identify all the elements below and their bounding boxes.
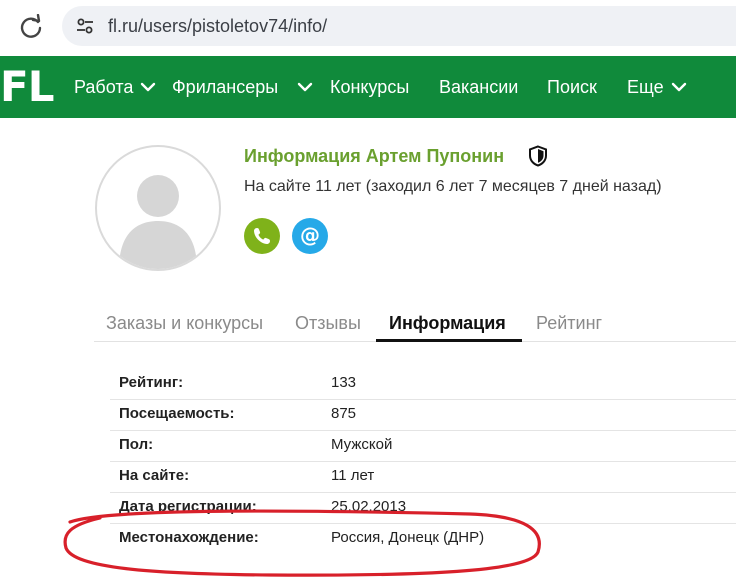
reload-icon[interactable] bbox=[18, 14, 44, 40]
tab-reviews[interactable]: Отзывы bbox=[295, 313, 361, 334]
nav-item-freelancers[interactable]: Фрилансеры bbox=[172, 76, 278, 98]
nav-item-more[interactable]: Еще bbox=[627, 76, 664, 98]
info-value: 875 bbox=[331, 405, 357, 422]
site-settings-icon[interactable] bbox=[76, 17, 94, 35]
nav-item-contests[interactable]: Конкурсы bbox=[330, 76, 409, 98]
online-status-text: На сайте 11 лет (заходил 6 лет 7 месяцев… bbox=[244, 178, 662, 195]
info-value: 25.02.2013 bbox=[331, 498, 407, 515]
info-row-location: Местонахождение: Россия, Донецк (ДНР) bbox=[110, 523, 736, 554]
info-label: Рейтинг: bbox=[119, 374, 184, 391]
chevron-down-icon[interactable] bbox=[140, 81, 156, 93]
info-value: 133 bbox=[331, 374, 357, 391]
info-label: Пол: bbox=[119, 436, 154, 453]
nav-item-work[interactable]: Работа bbox=[74, 76, 133, 98]
info-value: Мужской bbox=[331, 436, 393, 453]
avatar bbox=[95, 145, 221, 271]
info-row-gender: Пол: Мужской bbox=[110, 430, 736, 462]
info-row-visits: Посещаемость: 875 bbox=[110, 399, 736, 431]
phone-icon bbox=[254, 228, 270, 244]
info-value: Россия, Донецк (ДНР) bbox=[331, 529, 485, 546]
phone-button[interactable] bbox=[244, 218, 280, 254]
url-text: fl.ru/users/pistoletov74/info/ bbox=[108, 16, 328, 36]
tab-orders-contests[interactable]: Заказы и конкурсы bbox=[106, 313, 263, 334]
info-label: Посещаемость: bbox=[119, 405, 235, 422]
address-bar[interactable]: fl.ru/users/pistoletov74/info/ bbox=[62, 6, 736, 46]
info-label: Местонахождение: bbox=[119, 529, 259, 546]
chevron-down-icon[interactable] bbox=[297, 81, 313, 93]
info-row-registration-date: Дата регистрации: 25.02.2013 bbox=[110, 492, 736, 524]
info-label: Дата регистрации: bbox=[119, 498, 257, 515]
info-label: На сайте: bbox=[119, 467, 190, 484]
main-navigation: FL Работа Фрилансеры Конкурсы Вакансии П… bbox=[0, 56, 736, 118]
active-tab-indicator bbox=[376, 339, 522, 342]
shield-icon bbox=[529, 145, 547, 167]
tab-rating[interactable]: Рейтинг bbox=[536, 313, 602, 334]
site-logo[interactable]: FL bbox=[0, 63, 54, 111]
email-icon: @ bbox=[300, 223, 320, 247]
browser-toolbar: fl.ru/users/pistoletov74/info/ bbox=[0, 0, 736, 56]
page-title: Информация Артем Пупонин bbox=[244, 146, 505, 166]
nav-item-vacancies[interactable]: Вакансии bbox=[439, 76, 518, 98]
nav-item-search[interactable]: Поиск bbox=[547, 76, 597, 98]
tab-info[interactable]: Информация bbox=[389, 313, 506, 334]
info-row-rating: Рейтинг: 133 bbox=[110, 368, 736, 400]
info-row-on-site: На сайте: 11 лет bbox=[110, 461, 736, 493]
info-value: 11 лет bbox=[331, 467, 375, 484]
chevron-down-icon[interactable] bbox=[671, 81, 687, 93]
default-user-icon bbox=[119, 175, 197, 269]
email-button[interactable]: @ bbox=[292, 218, 328, 254]
